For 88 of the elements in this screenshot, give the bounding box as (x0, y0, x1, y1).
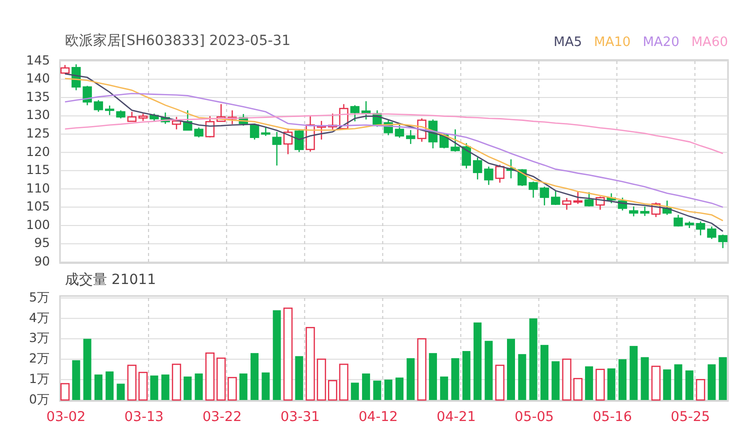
legend-item: MA20 (642, 35, 680, 50)
candlestick (696, 221, 706, 236)
axis-label: 3万 (29, 330, 50, 346)
axis-label: 145 (26, 55, 50, 68)
date-label: 03-02 (46, 409, 86, 425)
date-label: 04-21 (436, 409, 476, 425)
candlestick (551, 190, 560, 205)
date-label: 05-25 (670, 409, 710, 425)
axis-label: 115 (26, 162, 50, 178)
axis-label: 2万 (29, 350, 50, 366)
axis-label: 140 (26, 70, 50, 86)
candlestick (618, 198, 628, 210)
candlestick (306, 115, 315, 152)
date-label: 03-13 (124, 409, 164, 425)
candlestick (462, 143, 471, 168)
candlestick (94, 100, 104, 112)
candlestick (596, 196, 605, 210)
candlestick (138, 114, 148, 121)
candlestick (506, 159, 516, 178)
candlestick (651, 202, 661, 218)
axis-label: 5万 (29, 290, 50, 304)
candlestick (350, 105, 360, 122)
candlestick (228, 110, 237, 124)
candlestick (372, 110, 382, 127)
candlestick (606, 193, 616, 204)
volume-title: 成交量 21011 (65, 271, 156, 289)
candlestick (82, 86, 92, 106)
candlestick (160, 112, 170, 124)
date-label: 03-31 (280, 409, 320, 425)
candlestick (294, 130, 304, 152)
candlestick (707, 226, 716, 239)
chart-title: 欧派家居[SH603833] 2023-05-31 (65, 32, 291, 50)
candlestick (674, 214, 683, 227)
candlestick (172, 116, 182, 130)
candlestick (684, 221, 694, 228)
legend-item: MA5 (554, 35, 582, 50)
candlestick (105, 106, 114, 116)
axis-label: 120 (26, 144, 50, 159)
axis-label: 105 (26, 198, 50, 214)
axis-label: 110 (26, 180, 50, 196)
candlestick (150, 114, 159, 122)
axis-label: 125 (26, 126, 50, 141)
axis-label: 135 (26, 88, 50, 104)
legend-item: MA10 (594, 35, 631, 50)
legend-item: MA60 (691, 35, 728, 50)
candlestick (584, 192, 594, 206)
date-label: 05-16 (592, 409, 632, 425)
candlestick (272, 132, 282, 166)
candlestick (495, 164, 504, 183)
candlestick (216, 104, 226, 122)
candlestick (361, 101, 371, 120)
candlestick (428, 119, 438, 148)
candlestick (238, 114, 248, 126)
candlestick (205, 116, 215, 138)
candlestick (384, 120, 393, 136)
candlestick (472, 157, 482, 180)
date-label: 04-12 (358, 409, 398, 425)
axis-label: 1万 (29, 371, 50, 386)
candlestick (72, 64, 81, 90)
axis-label: 95 (34, 235, 50, 250)
candlestick (540, 186, 550, 206)
candlestick (562, 198, 572, 210)
candlestick (640, 206, 650, 216)
candlestick (406, 130, 416, 144)
axis-label: 90 (34, 253, 50, 268)
candlestick (662, 200, 672, 215)
candlestick (283, 128, 293, 154)
candlestick (528, 182, 538, 198)
candlestick (573, 191, 582, 204)
candlestick (328, 114, 338, 130)
candlestick (394, 124, 404, 138)
candlestick (116, 110, 126, 118)
candlestick (484, 166, 494, 185)
candlestick (127, 112, 136, 122)
date-label: 05-05 (514, 409, 554, 425)
candlestick (450, 129, 460, 152)
candlestick (629, 206, 638, 216)
candlestick (261, 126, 270, 136)
axis-label: 4万 (29, 310, 50, 325)
candlestick (718, 234, 728, 248)
date-label: 03-22 (202, 409, 242, 425)
axis-label: 130 (26, 107, 50, 122)
axis-label: 100 (26, 216, 50, 232)
axis-label: 0万 (29, 391, 50, 406)
candlestick (183, 110, 192, 131)
candlestick (316, 120, 326, 140)
candlestick (194, 128, 204, 138)
candlestick (250, 124, 260, 140)
